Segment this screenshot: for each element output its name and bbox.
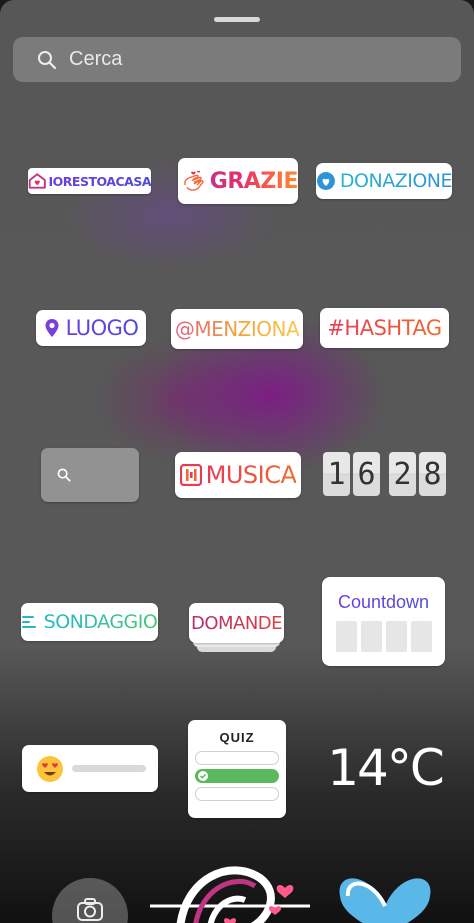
check-icon xyxy=(198,771,208,781)
sticker-tray: Cerca IORESTOACASA GRAZIE DONAZIONE LUOG… xyxy=(0,0,474,923)
camera-icon xyxy=(77,898,103,921)
sticker-menziona[interactable]: @MENZIONA xyxy=(171,309,303,349)
countdown-box xyxy=(410,620,432,652)
home-heart-icon xyxy=(28,173,46,189)
sticker-iorestoacasa-label: IORESTOACASA xyxy=(48,173,151,189)
sticker-domande[interactable]: DOMANDE xyxy=(189,603,284,652)
domande-card: DOMANDE xyxy=(189,603,284,643)
bottom-row xyxy=(0,858,474,923)
slider-track xyxy=(72,765,146,772)
sticker-quiz[interactable]: QUIZ xyxy=(188,720,286,818)
countdown-box xyxy=(385,620,407,652)
search-placeholder: Cerca xyxy=(69,48,123,70)
clapping-hands-icon xyxy=(184,170,204,191)
sticker-hashtag[interactable]: #HASHTAG xyxy=(320,308,449,348)
location-pin-icon xyxy=(45,319,59,337)
clock-digit: 2 xyxy=(389,452,416,496)
sticker-luogo-label: LUOGO xyxy=(65,316,139,340)
clock-digit: 8 xyxy=(419,452,446,496)
sticker-hashtag-label: #HASHTAG xyxy=(327,316,442,340)
heart-eyes-emoji-icon xyxy=(37,755,63,782)
heart-icon xyxy=(316,172,335,190)
sticker-countdown[interactable]: Countdown xyxy=(322,577,445,666)
sticker-search-gif[interactable] xyxy=(41,448,139,502)
sticker-temperature[interactable]: 14°C xyxy=(326,733,445,803)
sticker-partial-swirl[interactable] xyxy=(150,858,310,923)
sticker-musica[interactable]: MUSICA xyxy=(175,452,301,498)
clock-digit: 6 xyxy=(353,452,380,496)
sticker-grazie[interactable]: GRAZIE xyxy=(178,158,298,204)
sticker-clock[interactable]: 1 6 2 8 xyxy=(323,452,449,496)
sticker-quiz-label: QUIZ xyxy=(219,730,255,745)
sticker-menziona-label: @MENZIONA xyxy=(174,317,300,341)
quiz-option-correct xyxy=(195,769,279,783)
quiz-option xyxy=(195,751,279,765)
sticker-sondaggio-label: SONDAGGIO xyxy=(43,611,158,633)
sticker-musica-label: MUSICA xyxy=(205,461,297,489)
sticker-luogo[interactable]: LUOGO xyxy=(36,310,146,346)
sticker-countdown-label: Countdown xyxy=(337,591,430,612)
sticker-temperature-label: 14°C xyxy=(327,739,445,797)
search-icon xyxy=(57,468,71,482)
countdown-boxes xyxy=(334,620,434,652)
search-icon xyxy=(38,51,57,70)
clock-digit: 1 xyxy=(323,452,350,496)
sticker-donazione-label: DONAZIONE xyxy=(339,170,452,192)
sticker-grazie-label: GRAZIE xyxy=(209,168,298,194)
countdown-box xyxy=(335,620,357,652)
sticker-domande-label: DOMANDE xyxy=(190,612,283,634)
quiz-option xyxy=(195,787,279,801)
drag-handle[interactable] xyxy=(214,17,260,22)
sticker-donazione[interactable]: DONAZIONE xyxy=(316,163,452,199)
search-bar[interactable]: Cerca xyxy=(13,37,461,82)
sticker-emoji-slider[interactable] xyxy=(22,745,158,792)
music-bars-icon xyxy=(179,464,202,486)
poll-lines-icon xyxy=(21,616,36,628)
camera-button[interactable] xyxy=(52,878,128,923)
sticker-iorestoacasa[interactable]: IORESTOACASA xyxy=(28,168,151,194)
countdown-box xyxy=(360,620,382,652)
sticker-sondaggio[interactable]: SONDAGGIO xyxy=(21,603,158,641)
sticker-partial-butterfly[interactable] xyxy=(330,866,440,923)
